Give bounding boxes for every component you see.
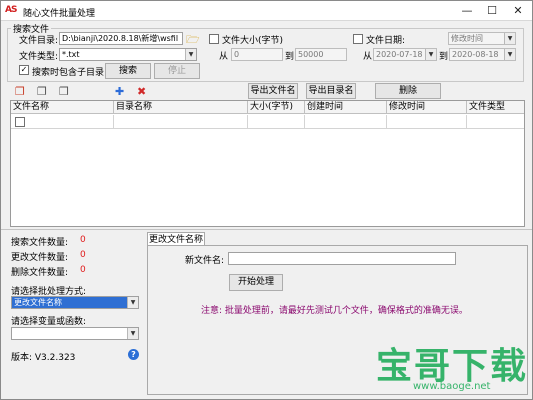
- directory-label: 文件目录:: [19, 36, 59, 46]
- file-type-combo[interactable]: *.txt ▼: [59, 48, 197, 61]
- chevron-down-icon[interactable]: ▼: [127, 328, 138, 339]
- column-header-name[interactable]: 文件名称: [11, 101, 114, 114]
- date-from-value: 2020-07-18: [376, 50, 423, 59]
- watermark-url: www.baoge.net: [413, 381, 491, 392]
- stop-button[interactable]: 停止: [154, 63, 200, 79]
- date-mode-value: 修改时间: [451, 34, 483, 43]
- tab-rename[interactable]: 更改文件名称: [147, 232, 205, 246]
- chevron-down-icon[interactable]: ▼: [504, 49, 515, 60]
- table-cell[interactable]: [305, 115, 387, 129]
- chevron-down-icon[interactable]: ▼: [127, 297, 138, 308]
- maximize-button[interactable]: ☐: [481, 4, 503, 18]
- searched-count-label: 搜索文件数量:: [11, 238, 69, 248]
- searched-count-value: 0: [80, 235, 86, 245]
- deleted-count-label: 删除文件数量:: [11, 268, 69, 278]
- section-divider: [1, 229, 532, 230]
- size-filter-label: 文件大小(字节): [222, 36, 284, 46]
- size-to-input[interactable]: 50000: [295, 48, 347, 61]
- help-icon[interactable]: ?: [128, 349, 139, 360]
- app-window: AS 随心文件批量处理 — ☐ ✕ 搜索文件 文件目录: D:\bianji\2…: [0, 0, 533, 400]
- mode-select[interactable]: 更改文件名称 ▼: [11, 296, 139, 309]
- chevron-down-icon[interactable]: ▼: [425, 49, 436, 60]
- close-button[interactable]: ✕: [507, 4, 529, 18]
- table-cell[interactable]: [248, 115, 305, 129]
- copy-icon[interactable]: ❐: [37, 85, 47, 98]
- file-table[interactable]: 文件名称 目录名称 大小(字节) 创建时间 修改时间 文件类型: [10, 100, 525, 227]
- app-logo-icon: AS: [5, 5, 17, 15]
- date-filter-checkbox[interactable]: [353, 34, 363, 44]
- size-from-label: 从: [219, 52, 229, 62]
- date-from-picker[interactable]: 2020-07-18 ▼: [373, 48, 437, 61]
- start-process-button[interactable]: 开始处理: [229, 274, 283, 291]
- paste-icon[interactable]: ❒: [59, 85, 69, 98]
- title-bar: AS 随心文件批量处理 — ☐ ✕: [1, 1, 532, 21]
- changed-count-value: 0: [80, 250, 86, 260]
- select-all-icon[interactable]: ❐: [15, 85, 25, 98]
- search-button[interactable]: 搜索: [105, 63, 151, 79]
- chevron-down-icon[interactable]: ▼: [504, 33, 515, 44]
- chevron-down-icon[interactable]: ▼: [185, 49, 196, 60]
- table-cell[interactable]: [11, 115, 114, 129]
- date-to-value: 2020-08-18: [452, 50, 499, 59]
- version-text: 版本: V3.2.323: [11, 353, 76, 363]
- column-header-created[interactable]: 创建时间: [305, 101, 387, 114]
- file-type-label: 文件类型:: [19, 52, 59, 62]
- date-from-label: 从: [363, 52, 373, 62]
- variable-select[interactable]: ▼: [11, 327, 139, 340]
- new-name-input[interactable]: [228, 252, 456, 265]
- column-header-directory[interactable]: 目录名称: [114, 101, 248, 114]
- mode-select-value: 更改文件名称: [14, 298, 62, 307]
- table-cell[interactable]: [467, 115, 524, 129]
- add-files-icon[interactable]: ✚: [115, 85, 124, 98]
- minimize-button[interactable]: —: [456, 4, 478, 18]
- directory-input[interactable]: D:\bianji\2020.8.18\新增\wsfil: [59, 32, 183, 45]
- date-to-picker[interactable]: 2020-08-18 ▼: [449, 48, 516, 61]
- export-dirs-button[interactable]: 导出目录名: [306, 83, 356, 99]
- table-cell[interactable]: [387, 115, 467, 129]
- new-name-label: 新文件名:: [185, 256, 225, 266]
- changed-count-label: 更改文件数量:: [11, 253, 69, 263]
- window-title: 随心文件批量处理: [23, 9, 96, 19]
- date-mode-combo[interactable]: 修改时间 ▼: [448, 32, 516, 45]
- size-to-label: 到: [285, 52, 295, 62]
- remove-files-icon[interactable]: ✖: [137, 85, 146, 98]
- row-checkbox[interactable]: [15, 117, 25, 127]
- delete-button[interactable]: 删除: [375, 83, 441, 99]
- column-header-size[interactable]: 大小(字节): [248, 101, 305, 114]
- subdir-checkbox[interactable]: ✓: [19, 65, 29, 75]
- date-to-label: 到: [439, 52, 449, 62]
- deleted-count-value: 0: [80, 265, 86, 275]
- column-header-type[interactable]: 文件类型: [467, 101, 524, 114]
- date-filter-label: 文件日期:: [366, 36, 406, 46]
- table-cell[interactable]: [114, 115, 248, 129]
- column-header-modified[interactable]: 修改时间: [387, 101, 467, 114]
- export-names-button[interactable]: 导出文件名: [248, 83, 298, 99]
- file-type-value: *.txt: [62, 50, 80, 59]
- warning-note: 注意: 批量处理前，请最好先测试几个文件，确保格式的准确无误。: [201, 306, 468, 316]
- size-from-input[interactable]: 0: [231, 48, 283, 61]
- subdir-label: 搜索时包含子目录: [32, 68, 105, 78]
- variable-select-label: 请选择变量或函数:: [11, 317, 87, 327]
- size-filter-checkbox[interactable]: [209, 34, 219, 44]
